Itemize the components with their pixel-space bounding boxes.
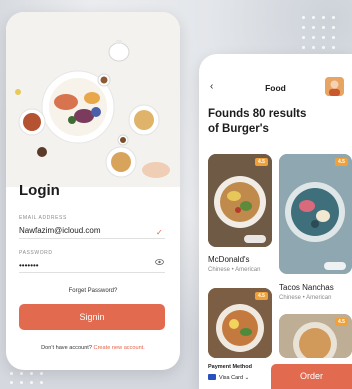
food-results-screen: ‹ Food Founds 80 results of Burger's 4.5… <box>199 54 352 389</box>
no-account-text: Don't have account? <box>41 345 92 351</box>
order-button[interactable]: Order <box>271 364 352 389</box>
card-icon <box>208 374 216 380</box>
chevron-down-icon: ⌄ <box>244 375 250 381</box>
avatar[interactable] <box>325 77 344 96</box>
restaurant-name[interactable]: Tacos Nanchas <box>279 283 334 292</box>
restaurant-cuisine: Chinese • American <box>279 295 332 301</box>
camera-icon[interactable] <box>324 262 346 270</box>
rating-badge: 4.5 <box>335 158 348 166</box>
email-label: EMAIL ADDRESS <box>19 215 67 221</box>
restaurant-name[interactable]: McDonald's <box>208 255 250 264</box>
eye-icon[interactable] <box>155 252 164 265</box>
results-line-2: of Burger's <box>208 123 269 135</box>
camera-icon[interactable] <box>244 235 266 243</box>
payment-method-select[interactable]: Visa Card ⌄ <box>219 375 249 381</box>
forgot-password-link[interactable]: Forget Password? <box>6 288 180 294</box>
payment-method-label: Payment Method <box>208 364 253 370</box>
password-underline <box>19 272 165 273</box>
password-label: PASSWORD <box>19 250 53 256</box>
email-underline <box>19 238 165 239</box>
food-hero-image <box>6 12 180 187</box>
results-heading: Founds 80 results of Burger's <box>208 107 348 137</box>
signin-button[interactable]: Signin <box>19 304 165 330</box>
email-field[interactable]: Nawfazim@icloud.com <box>19 226 100 235</box>
checkout-bar: Payment Method Visa Card ⌄ Order <box>199 358 352 389</box>
restaurant-cuisine: Chinese • American <box>208 267 261 273</box>
password-field[interactable]: ••••••• <box>19 261 39 270</box>
restaurant-card-mcdonalds[interactable]: 4.5 <box>208 154 272 247</box>
rating-badge: 4.5 <box>255 158 268 166</box>
restaurant-card-tacos[interactable]: 4.5 <box>279 154 352 274</box>
login-title: Login <box>19 182 60 199</box>
rating-badge: 4.5 <box>255 292 268 300</box>
rating-badge: 4.5 <box>335 318 348 326</box>
create-account-link[interactable]: Create new account. <box>94 345 145 351</box>
results-line-1: Founds 80 results <box>208 108 307 120</box>
restaurant-card[interactable]: 4.5 <box>279 314 352 358</box>
restaurant-card[interactable]: 4.5 <box>208 288 272 358</box>
login-screen: Login EMAIL ADDRESS Nawfazim@icloud.com … <box>6 12 180 370</box>
create-account-row: Don't have account? Create new account. <box>6 345 180 351</box>
check-icon: ✓ <box>156 228 163 237</box>
payment-method-value: Visa Card <box>219 375 244 381</box>
